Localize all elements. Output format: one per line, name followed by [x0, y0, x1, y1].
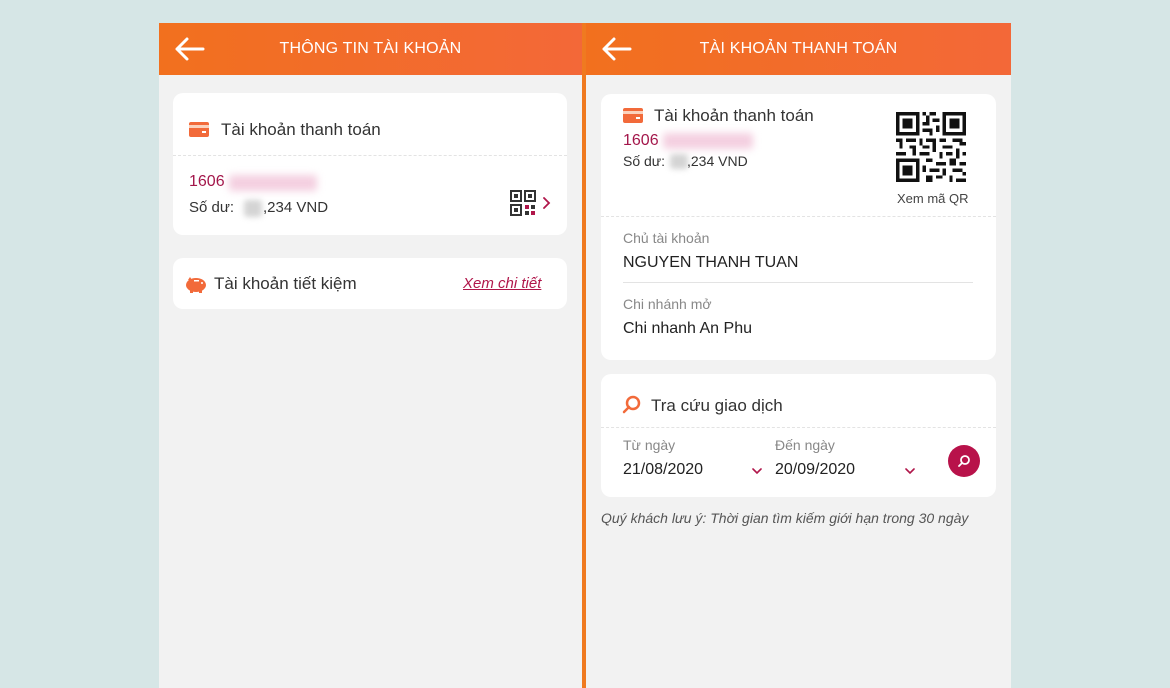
savings-account-card[interactable]: Tài khoản tiết kiệm Xem chi tiết	[173, 258, 567, 309]
to-date-label: Đến ngày	[775, 437, 835, 453]
owner-label: Chủ tài khoản	[623, 230, 710, 246]
search-limit-note: Quý khách lưu ý: Thời gian tìm kiếm giới…	[601, 510, 969, 526]
payment-account-header: Tài khoản thanh toán	[221, 120, 381, 139]
chevron-down-icon[interactable]	[752, 468, 762, 475]
search-icon	[622, 395, 641, 414]
balance-value: ,234 VND	[687, 153, 748, 169]
dashed-divider	[601, 216, 996, 217]
account-number-mask	[229, 175, 317, 191]
balance-label: Số dư:	[623, 153, 666, 169]
view-details-link[interactable]: Xem chi tiết	[463, 275, 541, 292]
branch-value: Chi nhanh An Phu	[623, 320, 752, 337]
qr-code-image[interactable]	[896, 112, 966, 182]
account-number-mask	[663, 133, 753, 149]
account-detail-card: Tài khoản thanh toán 1606 Số dư: ,234 VN…	[601, 94, 996, 360]
page-title: TÀI KHOẢN THANH TOÁN	[699, 40, 898, 57]
transaction-search-header: Tra cứu giao dịch	[651, 396, 783, 415]
balance-value: ,234 VND	[263, 199, 329, 216]
payment-account-card[interactable]: Tài khoản thanh toán 1606 Số dư: ,234 VN…	[173, 93, 567, 235]
left-top-bar: THÔNG TIN TÀI KHOẢN	[159, 23, 582, 75]
view-qr-label[interactable]: Xem mã QR	[897, 191, 969, 206]
search-icon	[958, 455, 970, 467]
from-date-label: Từ ngày	[623, 437, 676, 453]
balance-mask	[244, 200, 262, 217]
qr-code-icon[interactable]	[510, 190, 536, 216]
transaction-search-card: Tra cứu giao dịch Từ ngày 21/08/2020 Đến…	[601, 374, 996, 497]
account-number: 1606	[623, 132, 659, 149]
field-underline	[623, 282, 973, 283]
to-date-field[interactable]: 20/09/2020	[775, 461, 855, 479]
back-arrow-icon[interactable]	[173, 36, 205, 62]
account-header: Tài khoản thanh toán	[654, 106, 814, 125]
branch-label: Chi nhánh mở	[623, 296, 712, 312]
right-top-bar: TÀI KHOẢN THANH TOÁN	[586, 23, 1011, 75]
card-icon	[189, 122, 209, 137]
left-screen: THÔNG TIN TÀI KHOẢN Tài khoản thanh toán…	[159, 23, 582, 688]
search-button[interactable]	[948, 445, 980, 477]
chevron-right-icon[interactable]	[543, 197, 551, 209]
dashed-divider	[601, 427, 996, 428]
savings-account-label: Tài khoản tiết kiệm	[214, 274, 357, 293]
right-screen: TÀI KHOẢN THANH TOÁN Tài khoản thanh toá…	[586, 23, 1011, 688]
dashed-divider	[173, 155, 567, 156]
page-title: THÔNG TIN TÀI KHOẢN	[279, 40, 462, 57]
balance-label: Số dư:	[189, 199, 235, 216]
balance-mask	[670, 154, 688, 169]
chevron-down-icon[interactable]	[905, 468, 915, 475]
owner-value: NGUYEN THANH TUAN	[623, 254, 799, 271]
account-number: 1606	[189, 173, 225, 190]
card-icon	[623, 108, 643, 123]
back-arrow-icon[interactable]	[600, 36, 632, 62]
piggy-bank-icon	[186, 277, 206, 293]
from-date-field[interactable]: 21/08/2020	[623, 461, 703, 479]
